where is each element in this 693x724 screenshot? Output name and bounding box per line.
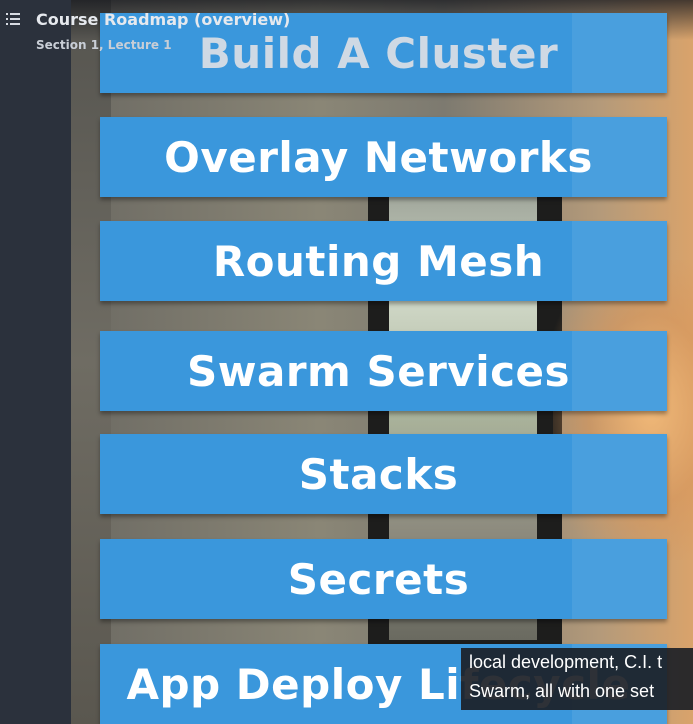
slide-item-label: Routing Mesh (212, 236, 545, 286)
slide-item-label: Swarm Services (186, 346, 571, 396)
lecture-title: Course Roadmap (overview) (36, 10, 291, 29)
slide-item-routing-mesh: Routing Mesh (100, 221, 667, 301)
list-icon[interactable] (6, 13, 20, 25)
sidebar (0, 0, 71, 724)
caption-box: local development, C.I. t Swarm, all wit… (461, 648, 693, 710)
slide-item-secrets: Secrets (100, 539, 667, 619)
slide-item-label: Overlay Networks (164, 132, 593, 182)
slide-item-stacks: Stacks (100, 434, 667, 514)
slide-item-label: Secrets (287, 554, 470, 604)
slide-item-label: Stacks (298, 449, 459, 499)
caption-line: local development, C.I. t (469, 652, 663, 672)
lecture-header: Course Roadmap (overview) Section 1, Lec… (0, 0, 693, 60)
caption-line: Swarm, all with one set (469, 681, 655, 701)
lecture-subtitle: Section 1, Lecture 1 (36, 38, 172, 52)
slide-item-overlay-networks: Overlay Networks (100, 117, 667, 197)
slide-item-swarm-services: Swarm Services (100, 331, 667, 411)
